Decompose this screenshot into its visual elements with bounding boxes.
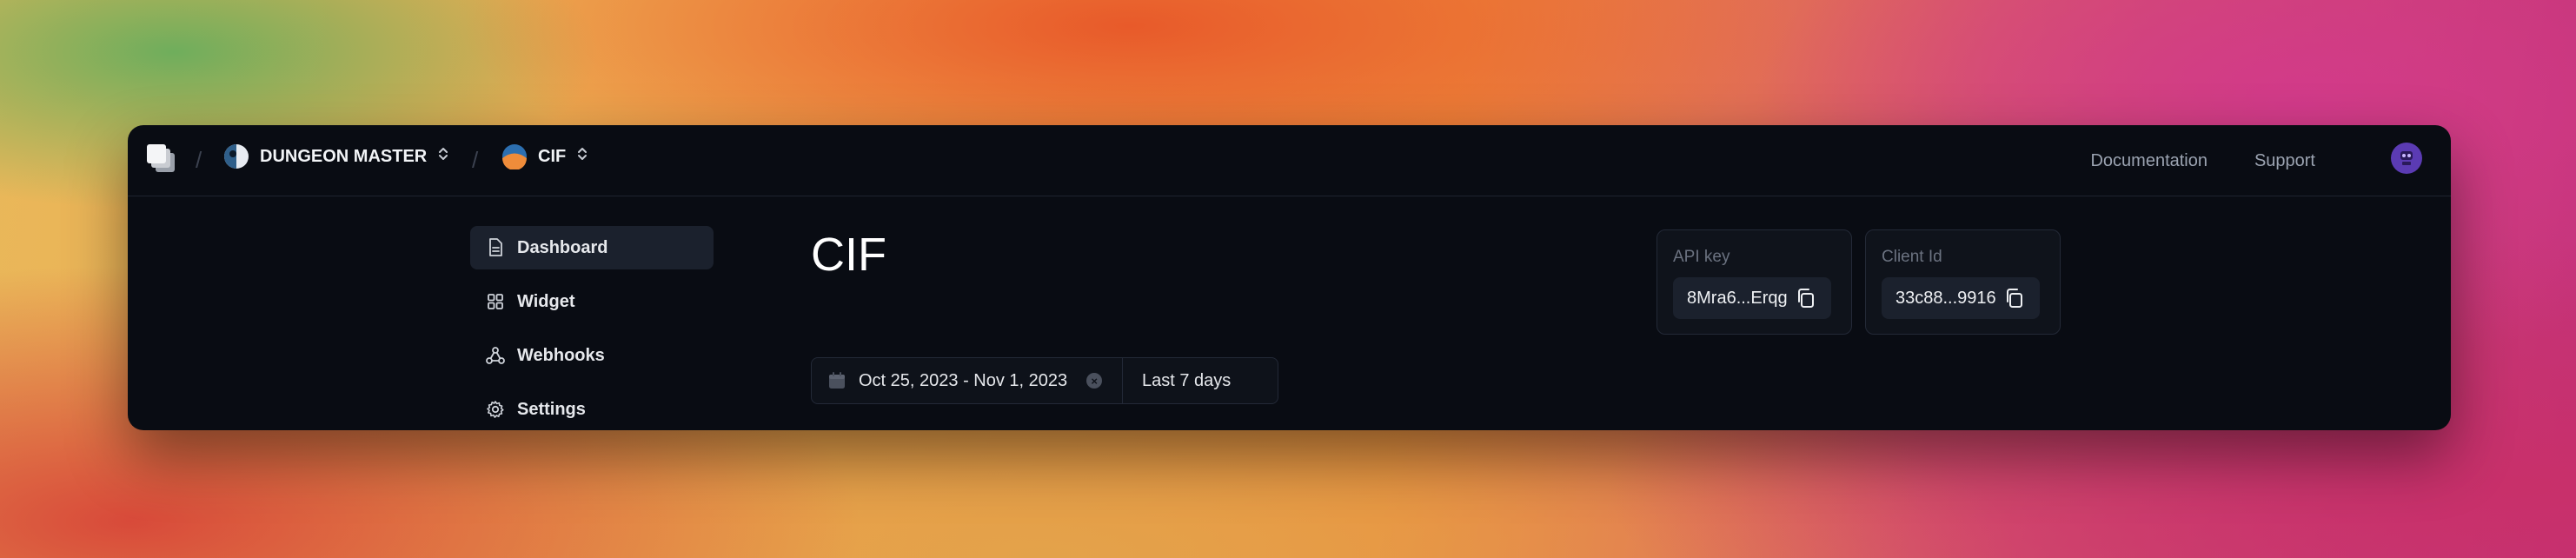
project-avatar-icon [501, 143, 528, 169]
breadcrumb-separator: / [196, 147, 202, 173]
copy-icon [2003, 287, 2026, 309]
clear-icon[interactable]: × [1086, 373, 1103, 389]
project-switcher[interactable]: CIF [501, 143, 588, 169]
org-avatar-icon [223, 143, 249, 169]
app-logo-icon[interactable] [147, 143, 178, 176]
documentation-link[interactable]: Documentation [2090, 151, 2208, 171]
date-range-value: Oct 25, 2023 - Nov 1, 2023 [859, 370, 1068, 390]
client-id-copy-button[interactable]: 33c88...9916 [1882, 277, 2040, 319]
sidebar-item-webhooks[interactable]: Webhooks [470, 334, 714, 377]
sidebar-item-label: Widget [517, 291, 575, 311]
client-id-value: 33c88...9916 [1895, 288, 1996, 308]
org-name: DUNGEON MASTER [260, 146, 428, 166]
date-preset-select[interactable]: Last 7 days [1123, 371, 1231, 391]
chevron-updown-icon [576, 145, 588, 168]
client-id-label: Client Id [1882, 248, 1942, 266]
webhook-icon [486, 346, 505, 365]
sidebar-item-widget[interactable]: Widget [470, 280, 714, 323]
project-name: CIF [538, 146, 567, 166]
user-avatar-icon[interactable] [2391, 143, 2422, 174]
date-range-input[interactable]: Oct 25, 2023 - Nov 1, 2023 × [812, 358, 1123, 403]
sidebar-item-label: Webhooks [517, 345, 605, 365]
chevron-updown-icon [437, 145, 449, 168]
api-key-label: API key [1673, 248, 1730, 266]
org-switcher[interactable]: DUNGEON MASTER [223, 143, 449, 169]
copy-icon [1795, 287, 1817, 309]
page-title: CIF [811, 229, 886, 281]
client-id-card: Client Id 33c88...9916 [1865, 229, 2061, 335]
api-key-copy-button[interactable]: 8Mra6...Erqg [1673, 277, 1831, 319]
sidebar-item-label: Settings [517, 399, 586, 419]
sidebar-item-label: Dashboard [517, 237, 608, 257]
grid-icon [486, 292, 505, 311]
app-window: / DUNGEON MASTER / CIF Documentation Sup… [128, 125, 2451, 430]
support-link[interactable]: Support [2254, 151, 2315, 171]
date-range-picker: Oct 25, 2023 - Nov 1, 2023 × Last 7 days [811, 357, 1278, 404]
sidebar-nav: Dashboard Widget Webhooks Settings [470, 226, 714, 430]
document-icon [486, 238, 505, 257]
sidebar-item-dashboard[interactable]: Dashboard [470, 226, 714, 269]
gear-icon [486, 400, 505, 419]
calendar-icon [827, 371, 846, 390]
api-key-card: API key 8Mra6...Erqg [1656, 229, 1852, 335]
top-bar: / DUNGEON MASTER / CIF Documentation Sup… [128, 125, 2451, 196]
sidebar-item-settings[interactable]: Settings [470, 388, 714, 430]
api-key-value: 8Mra6...Erqg [1687, 288, 1788, 308]
breadcrumb-separator: / [472, 147, 479, 173]
